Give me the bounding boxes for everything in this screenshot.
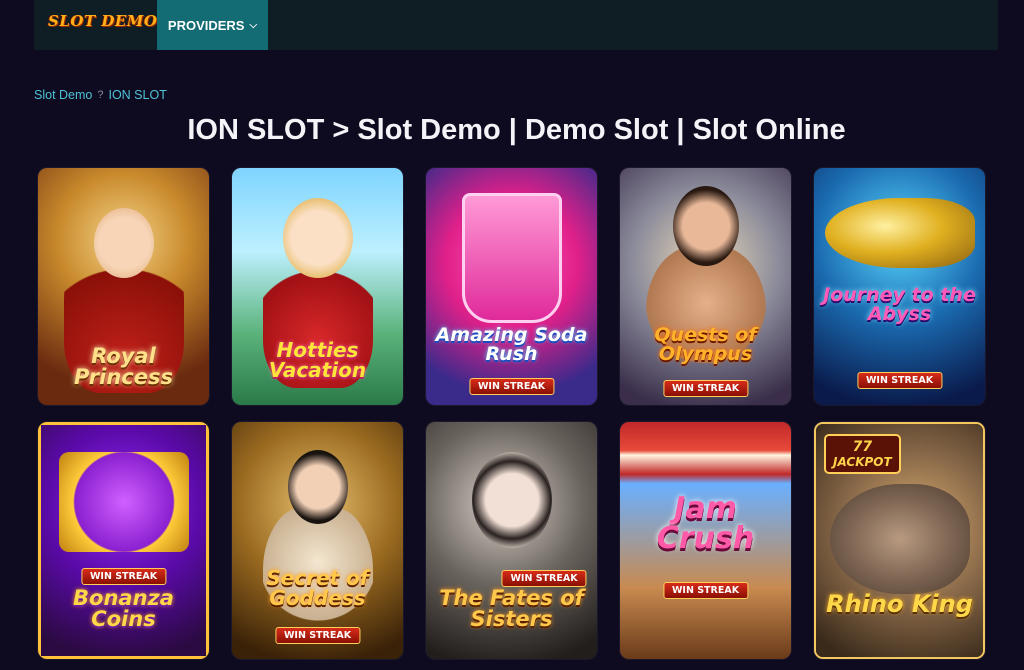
game-card-quests-of-olympus[interactable]: Quests of Olympus WIN STREAK (620, 168, 791, 405)
game-title: Jam Crush (656, 491, 755, 556)
golden-whale (824, 198, 975, 268)
jackpot-badge: 77 JACKPOT (824, 434, 901, 474)
game-card-secret-of-goddess[interactable]: Secret of Goddess WIN STREAK (232, 422, 403, 659)
win-streak-badge: WIN STREAK (662, 380, 749, 397)
game-title: Rhino King (826, 590, 973, 618)
game-card-rhino-king[interactable]: 77 JACKPOT Rhino King (814, 422, 985, 659)
game-title: Amazing Soda Rush (435, 324, 588, 365)
page-title: ION SLOT > Slot Demo | Demo Slot | Slot … (187, 114, 846, 146)
game-card-jam-crush[interactable]: Jam Crush WIN STREAK (620, 422, 791, 659)
breadcrumb-home-link[interactable]: Slot Demo (34, 88, 92, 102)
jackpot-number: 77 (852, 439, 873, 455)
chevron-down-icon: ⌵ (249, 20, 258, 31)
princess-face (93, 208, 154, 278)
game-card-amazing-soda-rush[interactable]: Amazing Soda Rush WIN STREAK (426, 168, 597, 405)
vacation-face (282, 198, 353, 278)
win-streak-badge: WIN STREAK (501, 570, 587, 587)
game-title: Bonanza Coins (73, 586, 174, 631)
rhino-figure (829, 484, 970, 594)
game-title: Royal Princess (74, 344, 173, 389)
providers-label: PROVIDERS (167, 17, 245, 33)
win-streak-badge: WIN STREAK (856, 372, 943, 389)
game-grid: Royal Princess Hotties Vacation Amazing … (38, 168, 985, 659)
game-card-hotties-vacation[interactable]: Hotties Vacation (232, 168, 403, 405)
soda-glass (461, 193, 562, 323)
win-streak-badge: WIN STREAK (80, 568, 167, 585)
win-streak-badge: WIN STREAK (468, 378, 555, 395)
breadcrumb-current: ION SLOT (108, 88, 167, 102)
breadcrumb: Slot Demo ? ION SLOT (34, 88, 167, 102)
game-title: Hotties Vacation (268, 338, 367, 382)
top-navigation-bar: SLOT DEMO PROVIDERS ⌵ (34, 0, 998, 50)
olympus-face (672, 186, 739, 266)
game-title: The Fates of Sisters (439, 586, 584, 631)
game-title: Secret of Goddess (266, 566, 369, 610)
game-title: Journey to the Abyss (823, 284, 976, 325)
win-streak-badge: WIN STREAK (662, 582, 749, 599)
breadcrumb-separator: ? (97, 89, 104, 101)
game-card-royal-princess[interactable]: Royal Princess (38, 168, 209, 405)
goddess-face (287, 450, 348, 524)
lucky-seven-symbol (58, 452, 189, 552)
win-streak-badge: WIN STREAK (274, 627, 361, 644)
providers-menu-button[interactable]: PROVIDERS ⌵ (157, 0, 268, 50)
game-card-journey-to-the-abyss[interactable]: Journey to the Abyss WIN STREAK (814, 168, 985, 405)
game-card-the-fates-of-sisters[interactable]: WIN STREAK The Fates of Sisters (426, 422, 597, 659)
site-logo[interactable]: SLOT DEMO (48, 12, 157, 30)
veiled-sister-face (471, 452, 552, 548)
game-title: Quests of Olympus (654, 324, 757, 365)
game-card-bonanza-coins[interactable]: WIN STREAK Bonanza Coins (38, 422, 209, 659)
jackpot-label: JACKPOT (833, 455, 892, 469)
